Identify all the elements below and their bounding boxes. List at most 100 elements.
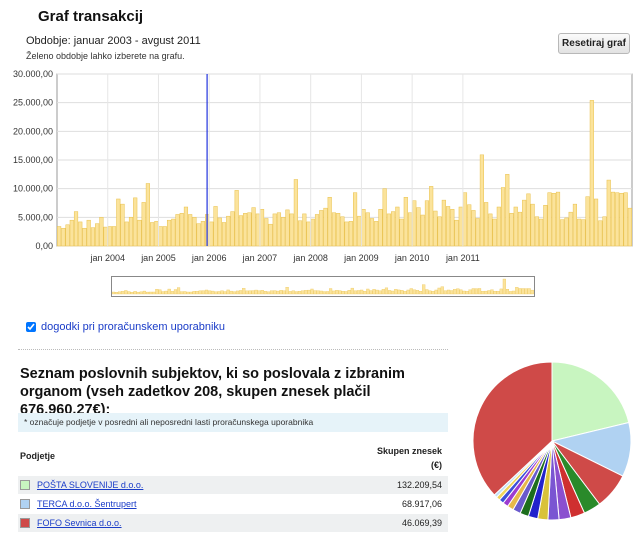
transaction-chart[interactable]: 0,00 5.000,00 10.000,00 15.000,00 20.000,00 2… (0, 66, 640, 266)
bar (585, 196, 590, 247)
bar (247, 212, 252, 247)
navigator-bar (245, 290, 249, 295)
column-header-amount[interactable]: Skupen znesek (€) (360, 444, 442, 472)
bar (78, 221, 83, 247)
table-row: FOFO Sevnica d.o.o. 46.069,39 (18, 514, 448, 532)
navigator-bar (173, 289, 178, 295)
company-link[interactable]: TERCA d.o.o. Šentrupert (37, 499, 137, 509)
bar (226, 215, 231, 247)
navigator-bar (186, 291, 190, 295)
bar (124, 221, 129, 247)
navigator-bar (145, 291, 150, 295)
x-tick-label: jan 2007 (242, 253, 278, 263)
bar (505, 174, 510, 247)
company-link[interactable]: POŠTA SLOVENIJE d.o.o. (37, 480, 143, 490)
navigator-bar (440, 286, 444, 295)
x-tick-label: jan 2006 (191, 253, 227, 263)
bar (319, 210, 324, 247)
bar (230, 211, 235, 247)
bar (454, 219, 459, 247)
navigator-bar (487, 290, 491, 295)
row-color-swatch (20, 480, 30, 490)
events-link[interactable]: dogodki pri proračunskem uporabniku (41, 321, 225, 333)
navigator-bar (189, 291, 193, 295)
navigator-bar (217, 291, 221, 295)
bar (217, 217, 222, 247)
navigator-bar (521, 288, 525, 295)
bar (99, 217, 104, 247)
y-tick-label: 25.000,00 (13, 98, 53, 108)
navigator-bar (391, 290, 395, 295)
bar (534, 216, 539, 247)
y-tick-label: 30.000,00 (13, 69, 53, 79)
navigator-bar (434, 289, 438, 295)
navigator-bar (266, 291, 271, 295)
navigator-bar (335, 290, 339, 295)
column-header-company[interactable]: Podjetje (20, 451, 55, 461)
navigator-bar (220, 290, 224, 295)
navigator-bar (294, 291, 299, 295)
bar (441, 199, 446, 247)
bar (627, 207, 632, 247)
navigator-bar (282, 290, 286, 295)
x-tick-label: jan 2008 (292, 253, 328, 263)
navigator-bar (505, 289, 510, 295)
bar (69, 219, 74, 247)
navigator-bar (204, 289, 209, 295)
navigator-bar (384, 287, 389, 295)
bar (183, 206, 189, 247)
bar (192, 217, 197, 247)
navigator-bar (400, 290, 404, 295)
navigator-bar (242, 288, 246, 295)
bar (484, 202, 489, 247)
navigator-bar (329, 288, 333, 295)
bar (462, 192, 468, 247)
bar (437, 216, 442, 247)
navigator-bar (453, 289, 457, 295)
bar (610, 191, 616, 247)
bar (547, 192, 552, 247)
navigator-bar (397, 289, 401, 295)
bar (221, 222, 227, 247)
bar (433, 210, 438, 247)
navigator-bar (167, 288, 171, 295)
navigator-bar (288, 291, 292, 295)
x-tick-label: jan 2009 (343, 253, 379, 263)
navigator-bar (341, 291, 345, 295)
events-checkbox[interactable] (26, 322, 36, 332)
navigator-bar (260, 290, 264, 295)
bar (395, 206, 400, 247)
bar (543, 205, 548, 247)
chart-navigator[interactable] (111, 276, 535, 297)
navigator-bar (291, 290, 295, 295)
navigator-preview[interactable] (112, 277, 534, 296)
navigator-bar (226, 289, 230, 295)
events-checkbox-row[interactable]: dogodki pri proračunskem uporabniku (26, 321, 225, 333)
navigator-bar (158, 289, 162, 295)
x-tick-label: jan 2005 (140, 253, 176, 263)
navigator-bar (409, 288, 413, 295)
navigator-bar (465, 291, 469, 295)
reset-chart-button[interactable]: Resetiraj graf (558, 33, 630, 54)
bar (340, 216, 345, 247)
bar (302, 213, 307, 247)
navigator-bar (127, 291, 131, 295)
navigator-bar (239, 290, 243, 295)
navigator-bar (298, 291, 302, 295)
y-tick-label: 0,00 (35, 241, 53, 251)
bar (386, 213, 391, 247)
bar (209, 221, 214, 247)
navigator-bar (152, 291, 156, 295)
navigator-bar (177, 287, 181, 295)
navigator-bar (130, 292, 134, 295)
bar (150, 222, 155, 247)
bar (623, 192, 628, 247)
company-link[interactable]: FOFO Sevnica d.o.o. (37, 518, 122, 528)
bar (65, 224, 70, 247)
bar (577, 218, 582, 247)
navigator-bar (477, 288, 482, 295)
bar (471, 210, 476, 247)
navigator-bar (118, 291, 122, 295)
bar (560, 219, 565, 247)
companies-pie-chart[interactable] (471, 360, 633, 522)
